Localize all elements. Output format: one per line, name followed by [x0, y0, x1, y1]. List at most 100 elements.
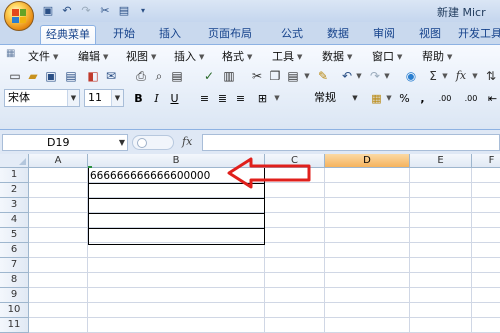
sort-icon[interactable]: ⇅	[482, 67, 500, 85]
permission-icon[interactable]: ▤	[62, 67, 80, 85]
worksheet-grid[interactable]: A B C D E F 123456789101112 666666666666…	[0, 154, 500, 333]
italic-button[interactable]: I	[148, 89, 165, 107]
chevron-down-icon[interactable]: ▼	[470, 67, 480, 85]
row-header[interactable]: 5	[0, 228, 29, 243]
row-header[interactable]: 9	[0, 288, 29, 303]
row-header[interactable]: 11	[0, 318, 29, 333]
name-box[interactable]: D19 ▼	[2, 134, 128, 151]
chevron-down-icon[interactable]: ▼	[384, 89, 394, 107]
decrease-decimal-label: .00	[464, 94, 478, 103]
format-painter-icon[interactable]: ✎	[314, 67, 332, 85]
column-header-a[interactable]: A	[29, 154, 88, 168]
customize-icon[interactable]: ▾	[135, 3, 151, 18]
number-format-select[interactable]: 常规 ▼	[310, 89, 362, 107]
redo-icon[interactable]: ↷	[78, 3, 94, 18]
menu-file[interactable]: 文件 ▼	[28, 48, 58, 64]
ribbon-tabs: 经典菜单 开始 插入 页面布局 公式 数据 审阅 视图 开发工具	[0, 22, 500, 44]
save-icon[interactable]: ▣	[40, 3, 56, 18]
cut-icon[interactable]: ✂	[97, 3, 113, 18]
print-area-icon[interactable]: ▤	[168, 67, 186, 85]
row-header[interactable]: 3	[0, 198, 29, 213]
tab-view[interactable]: 视图	[410, 25, 450, 44]
increase-decimal-button[interactable]: .00	[434, 89, 456, 107]
pdf-icon[interactable]: ◧	[84, 67, 102, 85]
currency-icon[interactable]: ▦	[368, 89, 385, 107]
tab-home[interactable]: 开始	[104, 25, 144, 44]
menu-view[interactable]: 视图 ▼	[126, 48, 156, 64]
research-icon[interactable]: ▥	[220, 67, 238, 85]
percent-button[interactable]: %	[396, 89, 413, 107]
cut-icon[interactable]: ✂	[248, 67, 266, 85]
cancel-circle-icon[interactable]	[137, 138, 147, 148]
paste-icon[interactable]: ▤	[116, 3, 132, 18]
comma-button[interactable]: ,	[414, 89, 431, 107]
menu-window[interactable]: 窗口 ▼	[372, 48, 402, 64]
row-header[interactable]: 4	[0, 213, 29, 228]
menu-tools-label: 工具	[272, 50, 294, 63]
tab-classic-menu[interactable]: 经典菜单	[40, 25, 96, 44]
formula-input[interactable]	[202, 134, 500, 151]
menu-help[interactable]: 帮助 ▼	[422, 48, 452, 64]
chevron-down-icon[interactable]: ▼	[272, 89, 282, 107]
menu-insert-label: 插入	[174, 50, 196, 63]
hyperlink-icon[interactable]: ◉	[402, 67, 420, 85]
chevron-down-icon[interactable]: ▼	[302, 67, 312, 85]
grid-column-line	[409, 168, 410, 333]
chevron-down-icon[interactable]: ▼	[440, 67, 450, 85]
tab-formulas[interactable]: 公式	[272, 25, 312, 44]
chevron-down-icon: ▼	[199, 53, 205, 61]
cell-b1[interactable]: 666666666666600000	[90, 170, 210, 182]
menu-data[interactable]: 数据 ▼	[322, 48, 352, 64]
select-all-corner[interactable]	[0, 154, 29, 168]
row-header[interactable]: 2	[0, 183, 29, 198]
table-row-line	[88, 228, 265, 229]
row-header[interactable]: 1	[0, 168, 29, 183]
tab-review[interactable]: 审阅	[364, 25, 404, 44]
tab-developer[interactable]: 开发工具	[452, 25, 500, 44]
fx-button[interactable]: fx	[182, 135, 192, 148]
font-name-select[interactable]: 宋体 ▼	[4, 89, 80, 107]
email-icon[interactable]: ✉	[102, 67, 120, 85]
chevron-down-icon: ▼	[397, 53, 403, 61]
row-header[interactable]: 6	[0, 243, 29, 258]
menu-file-label: 文件	[28, 50, 50, 63]
print-icon[interactable]: ⎙	[132, 67, 150, 85]
chevron-down-icon: ▼	[111, 90, 123, 106]
new-icon[interactable]: ▭	[6, 67, 24, 85]
undo-icon[interactable]: ↶	[59, 3, 75, 18]
align-left-icon[interactable]: ≡	[196, 89, 213, 107]
paste-icon[interactable]: ▤	[284, 67, 302, 85]
tab-insert[interactable]: 插入	[150, 25, 190, 44]
tab-page-layout[interactable]: 页面布局	[196, 25, 264, 44]
menu-edit[interactable]: 编辑 ▼	[78, 48, 108, 64]
menu-insert[interactable]: 插入 ▼	[174, 48, 204, 64]
menu-grip-icon: ▦	[6, 48, 16, 59]
menu-help-label: 帮助	[422, 50, 444, 63]
print-preview-icon[interactable]: ⌕	[150, 67, 168, 85]
spelling-icon[interactable]: ✓	[200, 67, 218, 85]
office-button[interactable]	[4, 1, 34, 31]
column-header-d[interactable]: D	[325, 154, 410, 168]
row-header[interactable]: 10	[0, 303, 29, 318]
indent-icon[interactable]: ⇤	[484, 89, 500, 107]
menu-format[interactable]: 格式 ▼	[222, 48, 252, 64]
underline-button[interactable]: U	[166, 89, 183, 107]
chevron-down-icon[interactable]: ▼	[382, 67, 392, 85]
insert-function-icon[interactable]: fx	[452, 67, 470, 85]
column-header-e[interactable]: E	[410, 154, 472, 168]
menu-tools[interactable]: 工具 ▼	[272, 48, 302, 64]
row-header[interactable]: 8	[0, 273, 29, 288]
bold-button[interactable]: B	[130, 89, 147, 107]
chevron-down-icon[interactable]: ▼	[354, 67, 364, 85]
align-center-icon[interactable]: ≣	[214, 89, 231, 107]
decrease-decimal-button[interactable]: .00	[460, 89, 482, 107]
tab-data[interactable]: 数据	[318, 25, 358, 44]
open-icon[interactable]: ▰	[24, 67, 42, 85]
save-icon[interactable]: ▣	[42, 67, 60, 85]
merge-center-icon[interactable]: ⊞	[254, 89, 271, 107]
row-header[interactable]: 7	[0, 258, 29, 273]
font-size-select[interactable]: 11 ▼	[84, 89, 124, 107]
copy-icon[interactable]: ❐	[266, 67, 284, 85]
column-header-f[interactable]: F	[472, 154, 500, 168]
align-right-icon[interactable]: ≡	[232, 89, 249, 107]
